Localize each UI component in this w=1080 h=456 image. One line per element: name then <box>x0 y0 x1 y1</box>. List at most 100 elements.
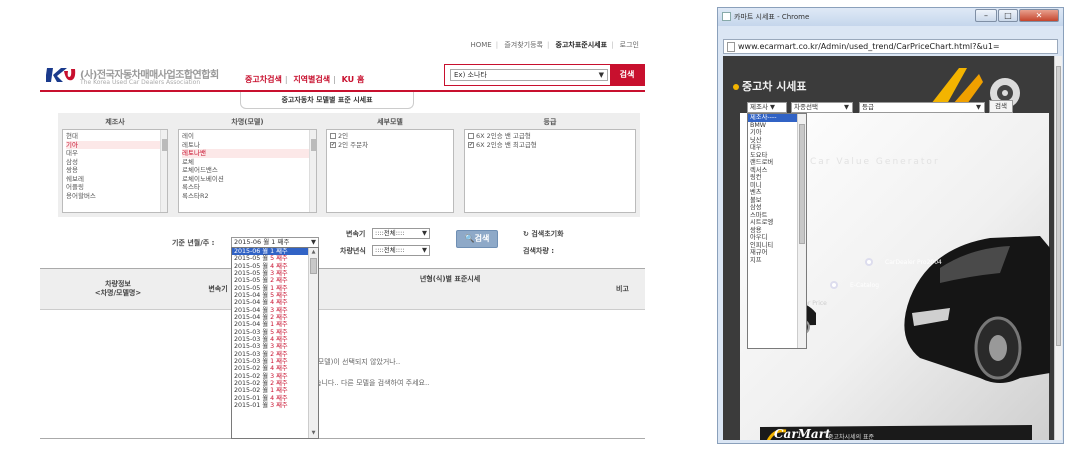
carmart-brand-text: CarMart <box>774 427 831 440</box>
checkbox-checked[interactable]: ✔ <box>468 141 474 148</box>
week-option[interactable]: 2015-01 월 3 째주 <box>232 402 318 409</box>
week-option[interactable]: 2015-03 월 3 째주 <box>232 343 318 350</box>
window-scrollbar[interactable] <box>1054 56 1062 440</box>
maker-list[interactable]: 현대 기아 대우 삼성 쌍용 쉐보레 어플링 용어할버스 <box>62 129 168 213</box>
maker-item[interactable]: 쉐보레 <box>66 175 164 184</box>
detail-model-option[interactable]: 2인 <box>330 132 450 141</box>
week-option[interactable]: 2015-03 월 5 째주 <box>232 329 318 336</box>
maker-header: 제조사 <box>105 118 125 126</box>
maker-dropdown-list[interactable]: 제조사---- BMW 기아 닛산 대우 도요타 랜드로버 렉서스 링컨 미니 벤츠 볼보 삼성 스마트 시… <box>747 113 807 349</box>
week-dropdown-list[interactable]: 2015-06 월 1 째주 2015-05 월 5 째주 2015-05 월 4 … <box>231 247 319 439</box>
model-item[interactable]: 로체어드밴스 <box>182 166 313 175</box>
reset-search[interactable]: ↻ 검색초기화 <box>523 229 564 239</box>
week-option[interactable]: 2015-04 월 1 째주 <box>232 321 318 328</box>
maker-select[interactable]: 제조사 ▼ <box>747 102 787 113</box>
model-item[interactable]: 로체이노베이션 <box>182 175 313 184</box>
checkbox-checked[interactable]: ✔ <box>330 141 336 148</box>
model-list[interactable]: 레이 레토나 레토나밴 로체 로체어드밴스 로체이노베이션 록스타 록스타R2 <box>178 129 317 213</box>
week-option[interactable]: 2015-03 월 2 째주 <box>232 351 318 358</box>
top-search-button[interactable]: 검색 <box>610 65 644 85</box>
maker-scrollbar[interactable] <box>160 130 167 212</box>
maker-item[interactable]: 대우 <box>66 149 164 158</box>
login-link[interactable]: 로그인 <box>616 41 643 49</box>
checkbox-unchecked[interactable] <box>468 133 474 139</box>
model-item[interactable]: 레토나 <box>182 141 313 150</box>
refresh-icon: ↻ <box>523 230 529 238</box>
maker-item[interactable]: 어플링 <box>66 183 164 192</box>
popup-search-button[interactable]: 검색 <box>989 100 1013 113</box>
scroll-up-icon[interactable]: ▲ <box>309 248 318 257</box>
org-sub: The Korea Used Car Dealers Association <box>80 79 201 86</box>
left-page: HOME | 즐겨찾기등록 | 중고차표준시세표 | 로그인 (사)전국자동차매매사업… <box>40 0 645 456</box>
detail-model-list: 2인 ✔ 2인 주문차 <box>326 129 454 213</box>
price-table-link[interactable]: 중고차표준시세표 <box>552 41 612 49</box>
week-option[interactable]: 2015-05 월 1 째주 <box>232 285 318 292</box>
dealer-pro-marker[interactable] <box>865 258 873 266</box>
maker-item-selected[interactable]: 기아 <box>66 140 164 149</box>
grade-list: 6X 2인승 밴 고급형 ✔ 6X 2인승 밴 최고급형 <box>464 129 636 213</box>
detail-model-option[interactable]: ✔ 2인 주문차 <box>330 141 450 150</box>
car-type-select[interactable]: 차종선택 ▼ <box>791 102 853 113</box>
ku-logo-icon[interactable] <box>46 66 76 84</box>
week-option[interactable]: 2015-05 월 5 째주 <box>232 255 318 262</box>
model-item[interactable]: 로체 <box>182 158 313 167</box>
dropdown-arrow-icon: ▼ <box>422 246 427 254</box>
week-option[interactable]: 2015-05 월 2 째주 <box>232 277 318 284</box>
nav-ku-home[interactable]: KU 홈 <box>339 75 368 84</box>
top-links: HOME | 즐겨찾기등록 | 중고차표준시세표 | 로그인 <box>466 40 643 50</box>
dropdown-arrow-icon: ▼ <box>598 71 604 79</box>
col-vehicle-info: 차량정보 <차명/모델명> <box>94 280 142 297</box>
model-item[interactable]: 레이 <box>182 132 313 141</box>
catalog-marker[interactable] <box>830 281 838 289</box>
week-option[interactable]: 2015-01 월 4 째주 <box>232 395 318 402</box>
maker-column: 제조사 현대 기아 대우 삼성 쌍용 쉐보레 어플링 용어할버스 <box>62 117 168 213</box>
page-title: 중고차 시세표 <box>733 78 807 94</box>
model-item[interactable]: 록스타R2 <box>182 192 313 201</box>
week-option[interactable]: 2015-04 월 4 째주 <box>232 299 318 306</box>
address-bar[interactable]: www.ecarmart.co.kr/Admin/used_trend/CarP… <box>723 39 1058 54</box>
week-dropdown-scrollbar[interactable]: ▲ ▼ <box>308 248 318 438</box>
maker-dropdown-scrollbar[interactable] <box>797 114 806 348</box>
transmission-select[interactable]: ::::전체:::: ▼ <box>372 228 430 239</box>
nav-used-car-search[interactable]: 중고차검색 <box>242 75 285 84</box>
week-option[interactable]: 2015-04 월 3 째주 <box>232 307 318 314</box>
week-option[interactable]: 2015-02 월 4 째주 <box>232 365 318 372</box>
col-remarks: 비고 <box>616 284 629 293</box>
carmart-content: 중고차 시세표 Car Value Generator CarDealer Pr… <box>723 56 1058 440</box>
dropdown-arrow-icon: ▼ <box>311 238 316 246</box>
grade-select[interactable]: 등급 ▼ <box>859 102 985 113</box>
model-search-select[interactable]: Ex) 소나타 ▼ <box>450 69 608 81</box>
close-icon[interactable]: ✕ <box>1019 9 1059 22</box>
watermark-text: Car Value Generator <box>810 157 940 167</box>
scroll-thumb[interactable] <box>1056 66 1061 346</box>
page-icon <box>722 12 731 21</box>
maker-item[interactable]: 삼성 <box>66 158 164 167</box>
week-option[interactable]: 2015-02 월 1 째주 <box>232 387 318 394</box>
nav-region-search[interactable]: 지역별검색 <box>290 75 333 84</box>
year-select[interactable]: ::::전체:::: ▼ <box>372 245 430 256</box>
year-label: 차량년식 <box>340 247 366 255</box>
scroll-thumb[interactable] <box>310 258 317 274</box>
scroll-thumb[interactable] <box>799 124 805 244</box>
maker-item[interactable]: 용어할버스 <box>66 192 164 201</box>
week-option[interactable]: 2015-05 월 4 째주 <box>232 263 318 270</box>
week-option[interactable]: 2015-02 월 3 째주 <box>232 373 318 380</box>
home-link[interactable]: HOME <box>466 41 495 49</box>
scroll-down-icon[interactable]: ▼ <box>309 429 318 438</box>
maker-item[interactable]: 쌍용 <box>66 166 164 175</box>
search-button[interactable]: 🔍검색 <box>456 230 498 248</box>
maximize-icon[interactable]: □ <box>998 9 1018 22</box>
bookmark-link[interactable]: 즐겨찾기등록 <box>500 41 547 49</box>
transmission-label: 변속기 <box>346 230 366 238</box>
search-criteria: 기준 년월/주 : 2015-06 월 1 째주 ▼ 변속기 ::::전체::::… <box>40 225 645 259</box>
checkbox-unchecked[interactable] <box>330 133 336 139</box>
window-title: 카마트 시세표 - Chrome <box>734 13 810 21</box>
filter-panel: 제조사 현대 기아 대우 삼성 쌍용 쉐보레 어플링 용어할버스 차명(모델) … <box>58 113 640 217</box>
model-item[interactable]: 록스타 <box>182 183 313 192</box>
grade-option[interactable]: ✔ 6X 2인승 밴 최고급형 <box>468 141 632 150</box>
model-scrollbar[interactable] <box>309 130 316 212</box>
grade-option[interactable]: 6X 2인승 밴 고급형 <box>468 132 632 141</box>
minimize-icon[interactable]: – <box>975 9 997 22</box>
model-item-selected[interactable]: 레토나밴 <box>182 149 313 158</box>
maker-item[interactable]: 현대 <box>66 132 164 141</box>
